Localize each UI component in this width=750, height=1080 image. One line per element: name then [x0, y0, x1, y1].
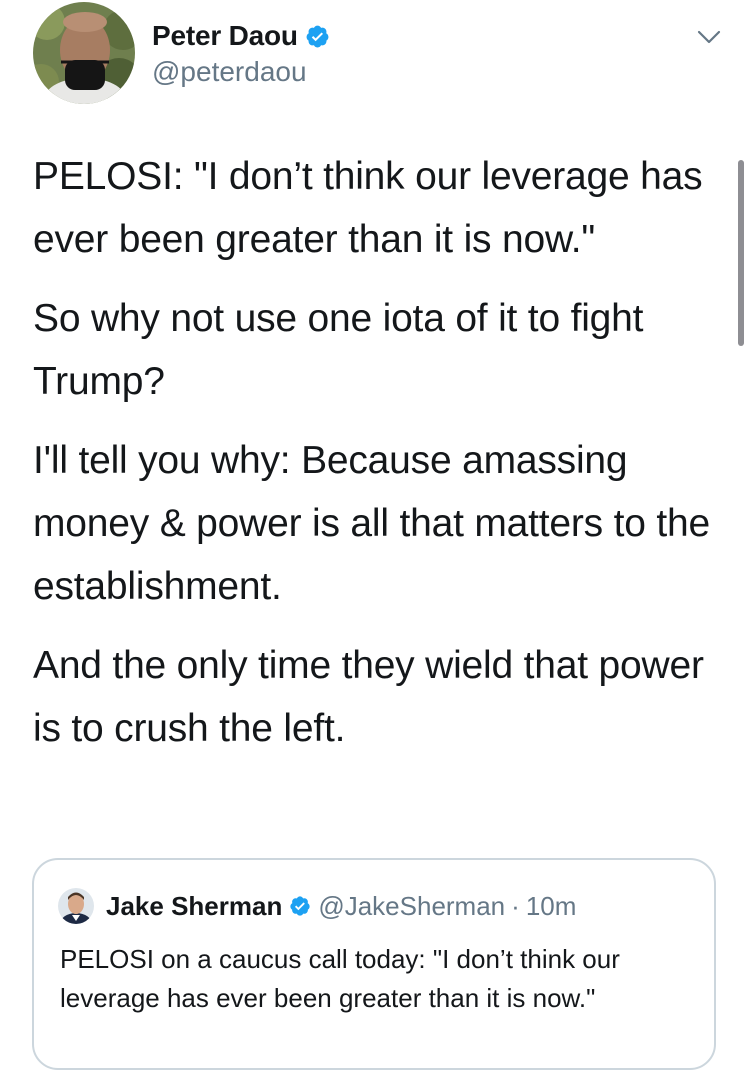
tweet-paragraph: So why not use one iota of it to fight T…	[33, 297, 644, 403]
quoted-tweet-header: Jake Sherman @JakeSherman · 10m	[58, 888, 576, 924]
author-name-row: Peter Daou	[152, 18, 330, 54]
verified-badge-icon	[290, 896, 310, 916]
separator-dot: ·	[511, 890, 520, 921]
verified-badge-icon	[306, 25, 329, 47]
tweet-paragraph: And the only time they wield that power …	[33, 644, 704, 750]
quoted-author-avatar	[58, 888, 94, 924]
author-avatar[interactable]	[33, 2, 135, 104]
author-handle[interactable]: @peterdaou	[152, 56, 307, 88]
quoted-tweet-text: PELOSI on a caucus call today: "I don’t …	[60, 944, 620, 1013]
tweet-paragraph: PELOSI: "I don’t think our leverage has …	[33, 155, 703, 261]
quoted-tweet-timestamp: 10m	[525, 890, 577, 921]
scrollbar[interactable]	[738, 160, 744, 346]
author-display-name[interactable]: Peter Daou	[152, 20, 298, 52]
quoted-author-handle: @JakeSherman	[318, 890, 506, 921]
quoted-tweet-card[interactable]: Jake Sherman @JakeSherman · 10m PELOSI o…	[32, 858, 716, 1070]
chevron-down-icon[interactable]	[696, 28, 722, 46]
tweet-paragraph: I'll tell you why: Because amassing mone…	[33, 439, 710, 608]
tweet-text: PELOSI: "I don’t think our leverage has …	[33, 145, 723, 776]
quoted-author-name: Jake Sherman	[106, 890, 283, 921]
